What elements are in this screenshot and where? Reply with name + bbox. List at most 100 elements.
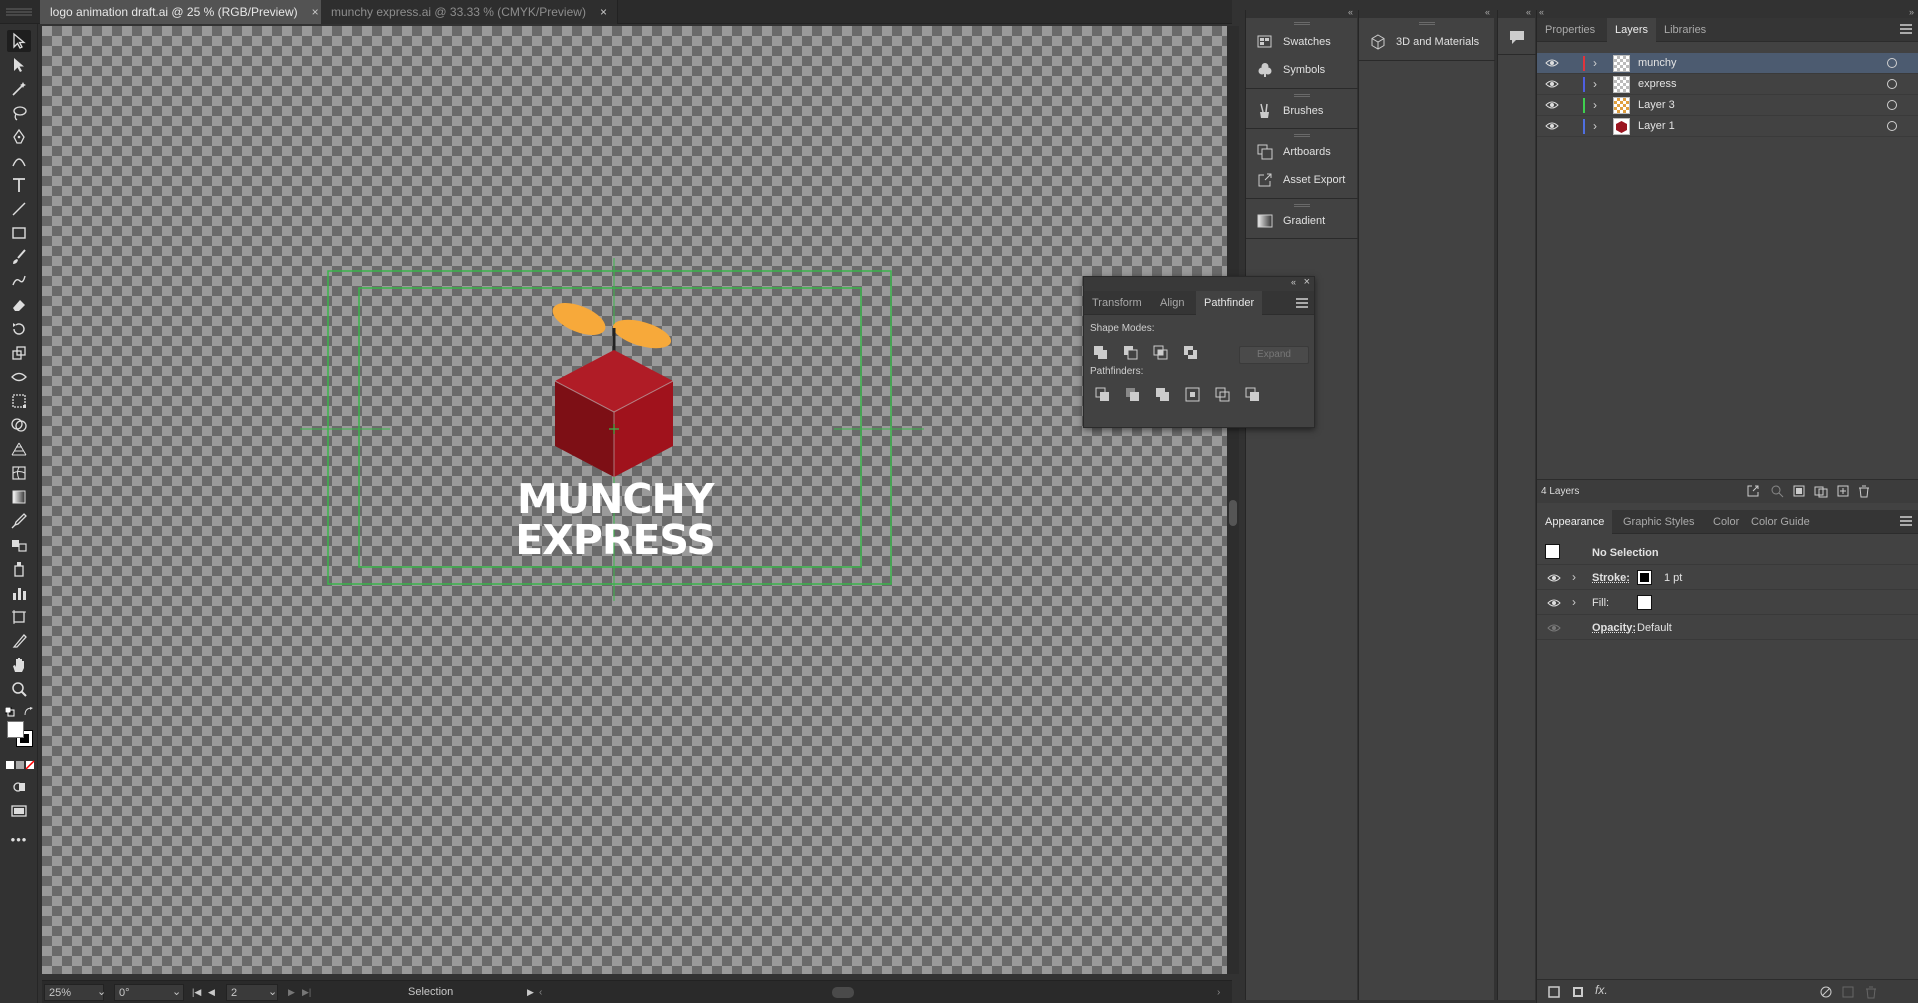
collapse-arrows-icon[interactable]: «: [1348, 7, 1353, 17]
gradient-tool-icon[interactable]: [7, 486, 31, 508]
visibility-eye-icon[interactable]: [1545, 121, 1559, 131]
gradient-panel-button[interactable]: Gradient: [1246, 208, 1358, 234]
fill-stroke-swatch[interactable]: [7, 721, 33, 747]
fill-swatch[interactable]: [1637, 595, 1652, 610]
pen-tool-icon[interactable]: [7, 126, 31, 148]
artboard-canvas[interactable]: MUNCHY EXPRESS: [42, 26, 1227, 974]
chevron-right-icon[interactable]: ›: [1593, 119, 1597, 133]
perspective-grid-tool-icon[interactable]: [7, 438, 31, 460]
clear-appearance-icon[interactable]: [1819, 985, 1833, 1002]
chevron-down-icon[interactable]: ⌄: [172, 984, 181, 1001]
previous-artboard-icon[interactable]: ◀: [208, 984, 215, 1001]
expand-arrows-icon[interactable]: »: [1909, 7, 1914, 17]
trash-icon[interactable]: [1864, 985, 1878, 1002]
default-colors-icon[interactable]: [4, 706, 15, 717]
magic-wand-tool-icon[interactable]: [7, 78, 31, 100]
color-mode-icons[interactable]: [6, 760, 36, 770]
tab-grip-icon[interactable]: [4, 6, 34, 18]
tab-color[interactable]: Color: [1705, 510, 1747, 534]
stroke-weight[interactable]: 1 pt: [1664, 572, 1682, 584]
shape-builder-tool-icon[interactable]: [7, 414, 31, 436]
line-segment-tool-icon[interactable]: [7, 198, 31, 220]
tab-graphic-styles[interactable]: Graphic Styles: [1615, 510, 1703, 534]
collapse-arrows-icon[interactable]: «: [1539, 7, 1544, 17]
export-layer-icon[interactable]: [1746, 484, 1760, 501]
minus-back-icon[interactable]: [1242, 385, 1264, 405]
opacity-row[interactable]: Opacity: Default: [1537, 615, 1918, 640]
layer-name[interactable]: express: [1638, 78, 1677, 90]
close-icon[interactable]: ×: [1304, 276, 1310, 288]
intersect-icon[interactable]: [1150, 343, 1172, 363]
layer-target-icon[interactable]: [1887, 79, 1897, 89]
drawing-modes-icon[interactable]: [7, 776, 31, 798]
tab-appearance[interactable]: Appearance: [1537, 510, 1613, 534]
layer-name[interactable]: munchy: [1638, 57, 1677, 69]
brushes-panel-button[interactable]: Brushes: [1246, 98, 1358, 124]
direct-selection-tool-icon[interactable]: [7, 54, 31, 76]
panel-menu-icon[interactable]: [1900, 24, 1912, 34]
collapse-arrows-icon[interactable]: «: [1526, 7, 1531, 17]
trash-icon[interactable]: [1857, 484, 1871, 501]
layer-row-munchy[interactable]: › munchy: [1537, 53, 1918, 74]
zoom-tool-icon[interactable]: [7, 678, 31, 700]
minus-front-icon[interactable]: [1120, 343, 1142, 363]
more-tools-icon[interactable]: •••: [7, 828, 31, 850]
exclude-icon[interactable]: [1180, 343, 1202, 363]
opacity-label[interactable]: Opacity:: [1592, 622, 1636, 634]
chevron-down-icon[interactable]: ⌄: [97, 984, 106, 1001]
next-artboard-icon[interactable]: ▶: [288, 984, 295, 1001]
screen-mode-icon[interactable]: [7, 800, 31, 822]
layer-row-layer-3[interactable]: › Layer 3: [1537, 95, 1918, 116]
stroke-row[interactable]: › Stroke: 1 pt: [1537, 565, 1918, 590]
panel-menu-icon[interactable]: [1900, 516, 1912, 526]
zoom-field[interactable]: 25%: [44, 984, 104, 1001]
chevron-right-icon[interactable]: ›: [1593, 98, 1597, 112]
add-new-effect-icon[interactable]: fx.: [1595, 983, 1608, 997]
outline-icon[interactable]: [1212, 385, 1234, 405]
eraser-tool-icon[interactable]: [7, 294, 31, 316]
create-layer-icon[interactable]: [1836, 484, 1850, 501]
free-transform-tool-icon[interactable]: [7, 390, 31, 412]
tab-properties[interactable]: Properties: [1537, 18, 1603, 42]
chevron-right-icon[interactable]: ›: [1572, 595, 1576, 609]
close-icon[interactable]: ×: [312, 0, 319, 24]
shaper-tool-icon[interactable]: [7, 270, 31, 292]
scale-tool-icon[interactable]: [7, 342, 31, 364]
create-sublayer-icon[interactable]: [1814, 484, 1828, 501]
chevron-right-icon[interactable]: ›: [1593, 77, 1597, 91]
stroke-swatch[interactable]: [1637, 570, 1652, 585]
last-artboard-icon[interactable]: ▶|: [302, 984, 311, 1001]
tab-transform[interactable]: Transform: [1084, 291, 1150, 315]
tab-align[interactable]: Align: [1152, 291, 1192, 315]
expand-button[interactable]: Expand: [1239, 346, 1309, 364]
locate-object-icon[interactable]: [1770, 484, 1784, 501]
panel-title-bar[interactable]: « ×: [1084, 276, 1314, 291]
fill-label[interactable]: Fill:: [1592, 597, 1609, 609]
add-new-stroke-icon[interactable]: [1547, 985, 1561, 1002]
type-tool-icon[interactable]: [7, 174, 31, 196]
divide-icon[interactable]: [1092, 385, 1114, 405]
blend-tool-icon[interactable]: [7, 534, 31, 556]
chevron-right-icon[interactable]: ›: [1572, 570, 1576, 584]
horizontal-scrollbar-thumb[interactable]: [832, 987, 854, 998]
layer-target-icon[interactable]: [1887, 58, 1897, 68]
add-new-fill-icon[interactable]: [1571, 985, 1585, 1002]
selection-tool-icon[interactable]: [7, 30, 31, 52]
unite-icon[interactable]: [1090, 343, 1112, 363]
artboard-tool-icon[interactable]: [7, 606, 31, 628]
curvature-tool-icon[interactable]: [7, 150, 31, 172]
artboards-panel-button[interactable]: Artboards: [1246, 139, 1358, 165]
3d-materials-panel-button[interactable]: 3D and Materials: [1359, 29, 1495, 55]
visibility-eye-icon[interactable]: [1547, 598, 1561, 608]
eyedropper-tool-icon[interactable]: [7, 510, 31, 532]
stroke-label[interactable]: Stroke:: [1592, 572, 1630, 584]
visibility-eye-icon[interactable]: [1545, 100, 1559, 110]
asset-export-panel-button[interactable]: Asset Export: [1246, 167, 1358, 193]
fill-row[interactable]: › Fill:: [1537, 590, 1918, 615]
symbols-panel-button[interactable]: Symbols: [1246, 57, 1358, 83]
trim-icon[interactable]: [1122, 385, 1144, 405]
layer-row-express[interactable]: › express: [1537, 74, 1918, 95]
column-graph-tool-icon[interactable]: [7, 582, 31, 604]
collapse-arrows-icon[interactable]: «: [1485, 7, 1490, 17]
canvas-vertical-scrollbar[interactable]: [1227, 26, 1239, 974]
